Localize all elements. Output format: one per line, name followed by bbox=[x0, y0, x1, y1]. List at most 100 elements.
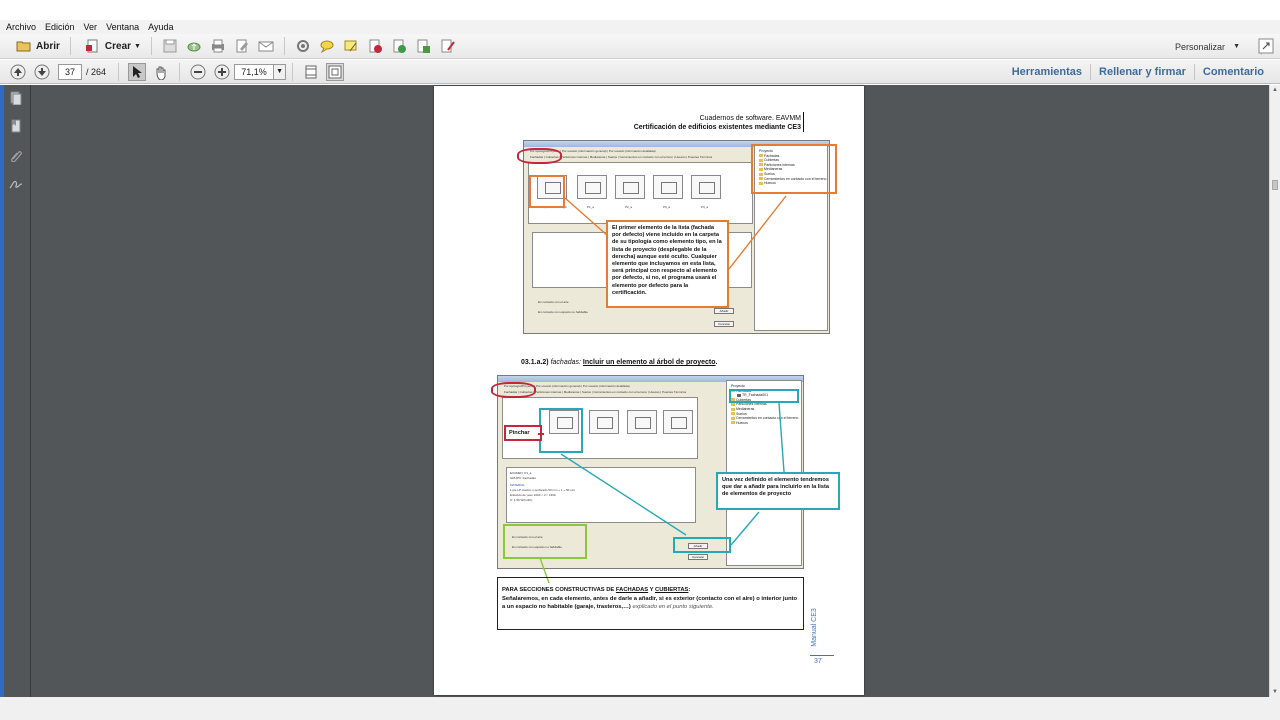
thumb-label-3: P2_a bbox=[625, 205, 633, 209]
scroll-up-icon[interactable]: ▲ bbox=[1272, 87, 1278, 93]
page-header: Cuadernos de software. EAVMM Certificaci… bbox=[634, 114, 801, 132]
signatures-icon[interactable] bbox=[9, 177, 23, 191]
zoom-out-icon[interactable] bbox=[189, 63, 207, 81]
combine-icon[interactable] bbox=[414, 37, 432, 55]
footer-rule bbox=[810, 655, 834, 656]
select-tool-icon[interactable] bbox=[128, 62, 147, 81]
caption-underlined: Incluir un elemento al árbol de proyecto bbox=[582, 359, 716, 366]
fit-page-icon[interactable] bbox=[302, 63, 320, 81]
tree-item: Huecos bbox=[731, 421, 798, 426]
email-icon[interactable] bbox=[257, 37, 275, 55]
info-line: GRUPO: Fachadas bbox=[510, 476, 536, 480]
open-label: Abrir bbox=[36, 40, 60, 52]
pane-edge bbox=[0, 85, 4, 697]
previous-page-icon[interactable] bbox=[9, 63, 27, 81]
thumb-label-4: P3_a bbox=[663, 205, 671, 209]
section-caption: 03.1.a.2) fachadas: Incluir un elemento … bbox=[521, 359, 718, 366]
menu-archivo[interactable]: Archivo bbox=[6, 22, 36, 32]
export-icon[interactable] bbox=[390, 37, 408, 55]
highlight-add-button bbox=[673, 537, 731, 553]
tools-link[interactable]: Herramientas bbox=[1004, 66, 1090, 78]
comment-link[interactable]: Comentario bbox=[1195, 66, 1272, 78]
detail-panel: EXAMEN: P1_a GRUPO: Fachadas MATERIAL 1 … bbox=[506, 467, 696, 523]
menu-ayuda[interactable]: Ayuda bbox=[148, 22, 173, 32]
callout-pinchar: Pinchar bbox=[504, 425, 542, 441]
full-screen-icon[interactable] bbox=[326, 62, 345, 81]
attachments-icon[interactable] bbox=[9, 148, 23, 162]
zoom-dropdown[interactable]: ▼ bbox=[274, 63, 287, 80]
toolbar-divider bbox=[118, 62, 120, 81]
menu-ventana[interactable]: Ventana bbox=[106, 22, 139, 32]
toolbar-divider bbox=[179, 62, 181, 81]
header-rule bbox=[803, 112, 804, 132]
toolbar-divider bbox=[69, 37, 71, 55]
sign-icon[interactable] bbox=[438, 37, 456, 55]
pages-icon[interactable] bbox=[9, 91, 23, 105]
comment-icon[interactable] bbox=[318, 37, 336, 55]
create-button[interactable]: Crear ▼ bbox=[77, 36, 145, 56]
add-button: Añadir bbox=[714, 308, 734, 314]
highlight-default-thumb bbox=[529, 175, 565, 208]
note-box: PARA SECCIONES CONSTRUCTIVAS DE FACHADAS… bbox=[497, 577, 804, 630]
edit-document-icon[interactable] bbox=[233, 37, 251, 55]
expand-icon[interactable] bbox=[1257, 37, 1275, 55]
save-icon[interactable] bbox=[161, 37, 179, 55]
thumbnail-4 bbox=[663, 410, 693, 434]
toolbar-divider bbox=[292, 62, 294, 81]
thumbnail-3 bbox=[627, 410, 657, 434]
settings-icon[interactable] bbox=[294, 37, 312, 55]
cloud-upload-icon[interactable] bbox=[185, 37, 203, 55]
menu-ver[interactable]: Ver bbox=[84, 22, 98, 32]
thumbnail-2 bbox=[589, 410, 619, 434]
chevron-down-icon: ▼ bbox=[134, 42, 141, 50]
caption-number: 03.1.a.2) bbox=[521, 359, 549, 366]
total-pages: / 264 bbox=[86, 66, 107, 77]
toolbar-divider bbox=[150, 37, 152, 55]
caption-italic: fachadas: bbox=[550, 359, 581, 366]
navigation-toolbar: 37 / 264 71,1% ▼ Herramientas Rellenar y… bbox=[0, 60, 1280, 84]
vertical-scrollbar[interactable]: ▲ ▼ bbox=[1269, 85, 1280, 697]
highlight-project-tree bbox=[751, 144, 837, 194]
info-line: EXAMEN: P1_a bbox=[510, 471, 532, 475]
chevron-down-icon: ▼ bbox=[276, 67, 283, 75]
window-top-strip bbox=[0, 0, 1280, 20]
thumbnail-2 bbox=[577, 175, 607, 199]
open-button[interactable]: Abrir bbox=[8, 36, 64, 56]
hand-tool-icon[interactable] bbox=[152, 63, 170, 81]
highlight-selected-thumb bbox=[539, 408, 583, 453]
customize-menu[interactable]: Personalizar ▼ bbox=[1175, 34, 1240, 59]
thumb-label-5: P4_a bbox=[701, 205, 709, 209]
fill-sign-link[interactable]: Rellenar y firmar bbox=[1091, 66, 1194, 78]
next-page-icon[interactable] bbox=[33, 63, 51, 81]
menu-edicion[interactable]: Edición bbox=[45, 22, 75, 32]
zoom-in-icon[interactable] bbox=[213, 63, 231, 81]
bookmarks-icon[interactable] bbox=[9, 119, 23, 133]
create-label: Crear bbox=[104, 40, 132, 52]
menu-bar: Archivo Edición Ver Ventana Ayuda bbox=[0, 20, 1280, 34]
thumbnail-4 bbox=[653, 175, 683, 199]
panel-links: Herramientas Rellenar y firmar Comentari… bbox=[1004, 60, 1272, 84]
scroll-down-icon[interactable]: ▼ bbox=[1272, 689, 1278, 695]
thumb-label-2: P1_a bbox=[587, 205, 595, 209]
highlight-icon[interactable] bbox=[342, 37, 360, 55]
bottom-bar bbox=[0, 697, 1280, 720]
toolbar-divider bbox=[283, 37, 285, 55]
zoom-input[interactable]: 71,1% bbox=[234, 63, 275, 80]
chevron-down-icon: ▼ bbox=[1233, 43, 1240, 50]
customize-label: Personalizar bbox=[1175, 41, 1226, 52]
folder-icon bbox=[15, 37, 33, 55]
page-number-input[interactable]: 37 bbox=[58, 63, 82, 80]
highlight-new-tree-item bbox=[729, 389, 799, 403]
page-number: 37 bbox=[814, 658, 822, 665]
info-line: MATERIAL bbox=[510, 483, 525, 487]
callout-default-element: El primer elemento de la lista (fachada … bbox=[606, 220, 729, 308]
note-heading: PARA SECCIONES CONSTRUCTIVAS DE FACHADAS… bbox=[502, 587, 691, 593]
stamp-icon[interactable] bbox=[366, 37, 384, 55]
print-icon[interactable] bbox=[209, 37, 227, 55]
radio-air: En contacto con el aire bbox=[538, 300, 569, 304]
left-navigation-pane bbox=[0, 85, 31, 697]
create-pdf-icon bbox=[84, 37, 102, 55]
cancel-button: Cancelar bbox=[714, 321, 734, 327]
scrollbar-thumb[interactable] bbox=[1272, 180, 1278, 190]
info-line: Enlucido de yeso 1000 < d < 1300 bbox=[510, 493, 556, 497]
